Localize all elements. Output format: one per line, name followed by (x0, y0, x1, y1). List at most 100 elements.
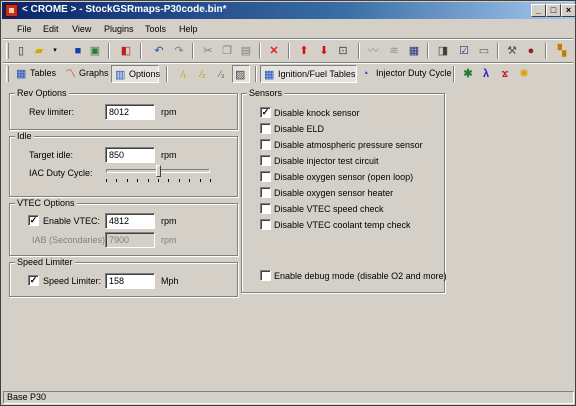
tables-button[interactable]: ▦ Tables (13, 65, 60, 83)
target-icon[interactable]: ⊡ (336, 44, 350, 58)
menu-plugins[interactable]: Plugins (104, 24, 134, 34)
app-icon[interactable] (5, 4, 18, 17)
toolbar-divider (497, 43, 499, 59)
speed-limiter-label: Speed Limiter: (43, 276, 102, 286)
export-icon[interactable]: ▚ (555, 44, 569, 58)
slider-tick (116, 179, 118, 182)
injector-duty-label: Injector Duty Cycle (376, 68, 452, 78)
menu-tools[interactable]: Tools (145, 24, 166, 34)
slider-tick (210, 179, 211, 182)
compare-icon[interactable]: ≋ (387, 44, 401, 58)
iac-duty-cycle-slider[interactable] (104, 165, 212, 185)
correction-icon[interactable]: ✱ (461, 67, 475, 81)
delete-icon[interactable]: ✕ (267, 44, 281, 58)
iab-rpm-input[interactable]: 7900 (105, 232, 155, 248)
import-icon[interactable]: ◧ (119, 44, 133, 58)
cut-icon[interactable]: ✂ (201, 44, 215, 58)
menu-file[interactable]: File (17, 24, 32, 34)
toolbar-grip[interactable] (6, 66, 9, 82)
slider-tick (178, 179, 180, 182)
sensor-checkbox[interactable]: ✓ (260, 107, 271, 118)
close-button[interactable]: × (561, 4, 576, 17)
toolbar-grip[interactable] (6, 43, 9, 59)
slider-thumb[interactable] (156, 165, 161, 177)
rev-options-group: Rev Options Rev limiter: 8012 rpm (9, 88, 238, 130)
maximize-button[interactable]: □ (546, 4, 561, 17)
record-icon[interactable]: ● (524, 44, 538, 58)
menu-view[interactable]: View (72, 24, 91, 34)
save-icon[interactable]: ■ (71, 44, 85, 58)
undo-icon[interactable]: ↶ (152, 44, 166, 58)
spark-icon[interactable]: ✺ (517, 67, 531, 81)
enable-vtec-checkbox[interactable]: ✓ (28, 215, 39, 226)
open-folder-icon[interactable]: ▰ (32, 44, 46, 58)
vtec-rpm-input[interactable]: 4812 (105, 213, 155, 229)
new-file-icon[interactable]: ▯ (14, 44, 28, 58)
menu-edit[interactable]: Edit (43, 24, 59, 34)
menu-help[interactable]: Help (179, 24, 198, 34)
wrench-icon[interactable]: ⚒ (505, 44, 519, 58)
sensor-checkbox[interactable] (260, 171, 271, 182)
decrease-icon[interactable]: ⬇ (317, 44, 331, 58)
no-lambda-icon[interactable]: ϫ (498, 67, 512, 81)
toolbar-divider (166, 66, 168, 82)
save-as-icon[interactable]: ▣ (88, 44, 102, 58)
sensor-checkbox[interactable] (260, 123, 271, 134)
sensor-checkbox[interactable] (260, 187, 271, 198)
sensor-checkbox[interactable] (260, 203, 271, 214)
map-scale-4-button[interactable]: ▨ (232, 65, 250, 83)
graphs-button[interactable]: 〽 Graphs (62, 65, 109, 83)
chip-icon[interactable]: ▦ (407, 44, 421, 58)
speed-limiter-input[interactable]: 158 (105, 273, 155, 289)
speed-limiter-group: Speed Limiter ✓ Speed Limiter: 158 Mph (9, 257, 238, 297)
rev-limiter-input[interactable]: 8012 (105, 104, 155, 120)
checklist-icon[interactable]: ☑ (457, 44, 471, 58)
iac-duty-cycle-label: IAC Duty Cycle: (29, 168, 93, 178)
idle-title: Idle (15, 131, 34, 141)
toolbar-divider (288, 43, 290, 59)
toolbar-divider (427, 43, 429, 59)
ignition-fuel-tables-button[interactable]: ▦ Ignition/Fuel Tables (260, 65, 357, 83)
map-scale-3-icon[interactable]: ⁄₃ (215, 67, 229, 81)
options-label: Options (129, 69, 161, 79)
slider-tick (126, 179, 128, 182)
sensor-label: Disable oxygen sensor (open loop) (274, 172, 414, 182)
lambda-icon[interactable]: λ (479, 67, 493, 81)
debug-mode-label: Enable debug mode (disable O2 and more) (274, 271, 447, 281)
sensor-checkbox[interactable] (260, 155, 271, 166)
injector-duty-cycle-button[interactable]: ◔ Injector Duty Cycle (359, 65, 452, 83)
debug-mode-checkbox[interactable] (260, 270, 271, 281)
target-idle-input[interactable]: 850 (105, 147, 155, 163)
ignition-fuel-label: Ignition/Fuel Tables (278, 69, 356, 79)
main-toolbar: ▯ ▰ ▾ ■ ▣ ◧ ↶ ↷ ✂ ❐ ▤ ✕ ⬆ ⬇ ⊡ 〰 ≋ ▦ ◨ ☑ … (2, 40, 575, 62)
sensor-checkbox[interactable] (260, 139, 271, 150)
sensor-checkbox[interactable] (260, 219, 271, 230)
graphs-label: Graphs (79, 68, 109, 78)
toolbar-divider (140, 43, 142, 59)
menu-bar: File Edit View Plugins Tools Help (2, 21, 575, 38)
slider-tick (158, 179, 159, 182)
slider-tick (137, 179, 139, 182)
speed-limiter-checkbox[interactable]: ✓ (28, 275, 39, 286)
copy-icon[interactable]: ❐ (220, 44, 234, 58)
map-scale-1-icon[interactable]: ⁄₁ (177, 67, 191, 81)
rev-limiter-unit: rpm (161, 107, 177, 117)
toolbar-divider (108, 43, 110, 59)
paste-icon[interactable]: ▤ (239, 44, 253, 58)
graph-line-icon[interactable]: 〰 (366, 44, 380, 58)
speed-limiter-unit: Mph (161, 276, 179, 286)
redo-icon[interactable]: ↷ (172, 44, 186, 58)
title-bar[interactable]: < CROME > - StockGSRmaps-P30code.bin* _ … (2, 2, 576, 19)
dropdown-arrow-icon[interactable]: ▾ (48, 44, 62, 58)
table-icon: ▦ (16, 68, 27, 80)
increase-icon[interactable]: ⬆ (297, 44, 311, 58)
map-scale-2-icon[interactable]: ⁄₂ (196, 67, 210, 81)
iab-rpm-unit: rpm (161, 235, 177, 245)
vtec-options-group: VTEC Options ✓ Enable VTEC: 4812 rpm IAB… (9, 198, 238, 256)
options-button[interactable]: ▥ Options (111, 65, 161, 83)
slider-tick (106, 179, 107, 182)
minimize-button[interactable]: _ (531, 4, 546, 17)
document-icon[interactable]: ▭ (477, 44, 491, 58)
upload-icon[interactable]: ◨ (436, 44, 450, 58)
target-idle-label: Target idle: (29, 150, 74, 160)
